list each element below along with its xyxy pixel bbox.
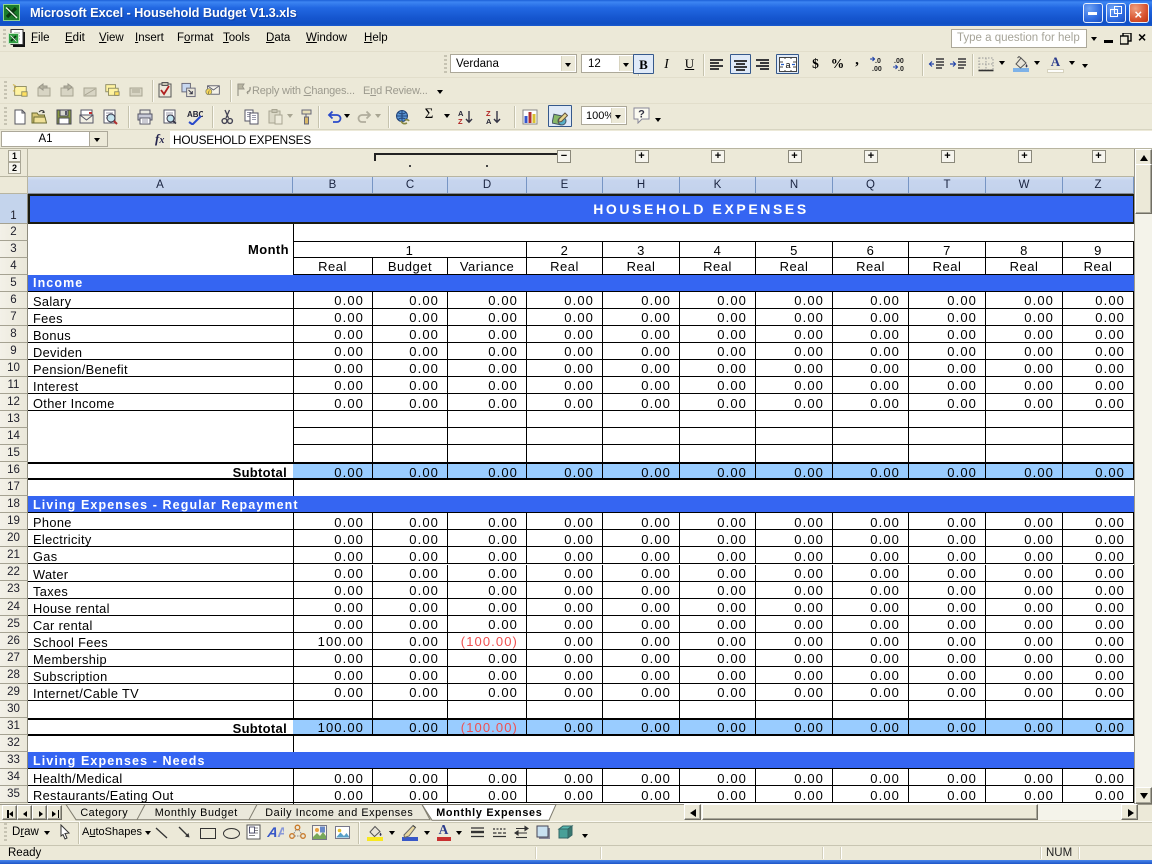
- svg-text:a: a: [785, 60, 790, 70]
- svg-text:.00: .00: [872, 66, 882, 72]
- svg-text:Monthly Expenses: Monthly Expenses: [436, 807, 542, 819]
- svg-text:Monthly Budget: Monthly Budget: [155, 807, 238, 819]
- svg-text:Daily Income and Expenses: Daily Income and Expenses: [265, 807, 413, 819]
- svg-text:?: ?: [638, 109, 645, 121]
- svg-text:Z: Z: [458, 117, 463, 125]
- svg-text:.0: .0: [875, 58, 881, 65]
- svg-text:Category: Category: [80, 807, 128, 819]
- svg-text:.0: .0: [898, 66, 904, 72]
- svg-text:A: A: [486, 117, 492, 125]
- svg-text:.00: .00: [894, 58, 904, 65]
